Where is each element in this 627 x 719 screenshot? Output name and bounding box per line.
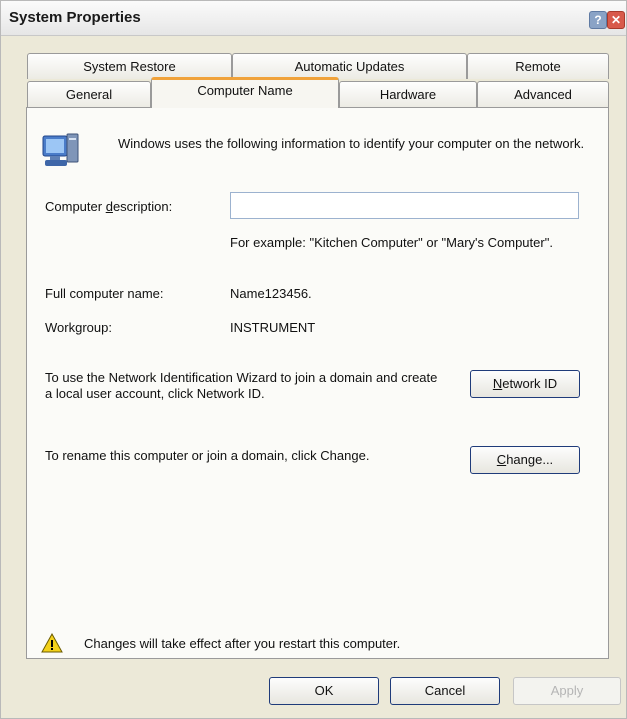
workgroup-label: Workgroup: <box>45 320 112 335</box>
tab-general[interactable]: General <box>27 81 151 107</box>
example-text: For example: "Kitchen Computer" or "Mary… <box>230 235 553 250</box>
computer-name-panel: Windows uses the following information t… <box>26 107 609 659</box>
system-properties-window: System Properties ? ✕ System Restore Aut… <box>0 0 627 719</box>
tab-system-restore[interactable]: System Restore <box>27 53 232 79</box>
cancel-button[interactable]: Cancel <box>390 677 500 705</box>
tab-advanced[interactable]: Advanced <box>477 81 609 107</box>
ok-button[interactable]: OK <box>269 677 379 705</box>
restart-warning-text: Changes will take effect after you resta… <box>84 636 401 651</box>
window-title: System Properties <box>9 9 141 26</box>
tab-remote[interactable]: Remote <box>467 53 609 79</box>
computer-icon <box>42 133 79 166</box>
warning-icon <box>41 633 63 653</box>
help-icon[interactable]: ? <box>589 11 607 29</box>
rename-text: To rename this computer or join a domain… <box>45 448 370 463</box>
title-bar[interactable]: System Properties ? ✕ <box>1 1 626 36</box>
tab-automatic-updates[interactable]: Automatic Updates <box>232 53 467 79</box>
network-id-button[interactable]: Network ID <box>470 370 580 398</box>
workgroup-value: INSTRUMENT <box>230 320 316 335</box>
description-label: Computer description: <box>45 199 173 214</box>
full-name-label: Full computer name: <box>45 286 164 301</box>
tab-hardware[interactable]: Hardware <box>339 81 477 107</box>
change-button[interactable]: Change... <box>470 446 580 474</box>
computer-description-input[interactable] <box>230 192 579 219</box>
close-icon[interactable]: ✕ <box>607 11 625 29</box>
tab-computer-name[interactable]: Computer Name <box>151 77 339 108</box>
intro-text: Windows uses the following information t… <box>118 136 585 151</box>
network-id-text: To use the Network Identification Wizard… <box>45 370 438 401</box>
full-name-value: Name123456. <box>230 286 312 301</box>
apply-button[interactable]: Apply <box>513 677 621 705</box>
